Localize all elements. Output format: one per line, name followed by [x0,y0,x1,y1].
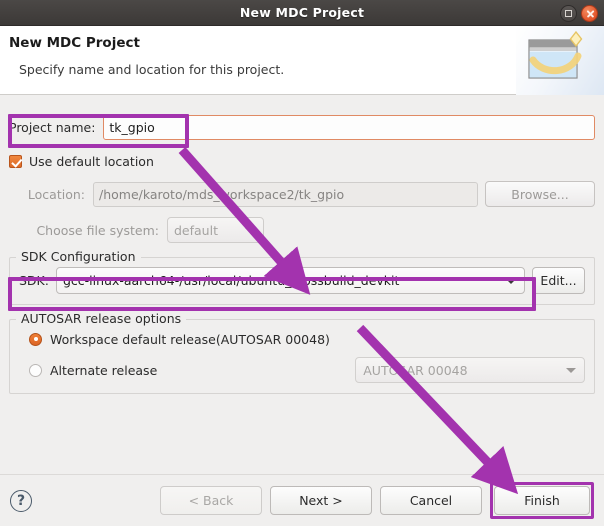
window-controls [560,0,598,26]
dialog-footer: ? < Back Next > Cancel Finish [0,474,604,526]
help-icon[interactable]: ? [10,489,32,512]
autosar-workspace-default-radio[interactable] [29,332,42,346]
finish-button-highlight: Finish [490,482,594,519]
sdk-edit-button[interactable]: Edit... [532,267,585,294]
wizard-body: Project name: Use default location Locat… [0,95,604,474]
autosar-release-options-group: AUTOSAR release options Workspace defaul… [9,311,595,394]
sdk-value: gcc-linux-aarch64-/usr/local/ubuntu_cros… [62,273,400,288]
file-system-label: Choose file system: [36,222,159,238]
use-default-location-checkbox[interactable] [9,154,22,168]
location-label: Location: [27,186,85,202]
sdk-combobox[interactable]: gcc-linux-aarch64-/usr/local/ubuntu_cros… [55,267,525,294]
project-name-label: Project name: [9,119,96,135]
autosar-alternate-radio[interactable] [29,363,42,377]
cancel-button[interactable]: Cancel [380,486,482,515]
sdk-row: SDK: gcc-linux-aarch64-/usr/local/ubuntu… [19,267,585,294]
maximize-icon[interactable] [560,4,577,22]
new-project-wizard-icon [516,26,604,95]
wizard-header: New MDC Project Specify name and locatio… [0,26,604,95]
use-default-location-label: Use default location [29,153,154,169]
autosar-alternate-option[interactable]: Alternate release [29,363,355,378]
next-button[interactable]: Next > [270,486,372,515]
sdk-label: SDK: [19,273,49,288]
autosar-alternate-combobox: AUTOSAR 00048 [355,357,585,383]
autosar-workspace-default-row[interactable]: Workspace default release(AUTOSAR 00048) [29,329,585,349]
title-bar: New MDC Project [0,0,604,26]
file-system-row: Choose file system: default [9,217,595,243]
chevron-down-icon[interactable] [506,278,516,284]
project-name-input[interactable] [103,114,595,140]
chevron-down-icon [566,368,576,373]
location-input [93,181,478,207]
location-row: Location: Browse... [9,181,595,207]
file-system-combobox: default [167,217,264,243]
autosar-alternate-value: AUTOSAR 00048 [363,362,468,378]
file-system-value: default [174,222,218,238]
new-mdc-project-dialog: New MDC Project New MDC Project Specify … [0,0,604,526]
finish-button[interactable]: Finish [494,486,590,515]
page-subtitle: Specify name and location for this proje… [19,62,285,77]
footer-buttons: < Back Next > Cancel Finish [160,482,594,519]
sdk-configuration-group: SDK Configuration SDK: gcc-linux-aarch64… [9,249,595,305]
window-title: New MDC Project [239,5,365,20]
autosar-workspace-default-label: Workspace default release(AUTOSAR 00048) [50,331,330,347]
sdk-group-legend: SDK Configuration [16,249,141,264]
use-default-location-row[interactable]: Use default location [9,152,595,170]
project-name-row: Project name: [9,114,595,140]
back-button: < Back [160,486,262,515]
close-icon[interactable] [581,4,598,22]
browse-button: Browse... [485,181,595,207]
autosar-alternate-row: Alternate release AUTOSAR 00048 [19,357,585,383]
chevron-down-icon [245,228,255,233]
page-title: New MDC Project [9,35,140,51]
autosar-alternate-label: Alternate release [50,362,158,378]
autosar-group-legend: AUTOSAR release options [16,311,187,326]
